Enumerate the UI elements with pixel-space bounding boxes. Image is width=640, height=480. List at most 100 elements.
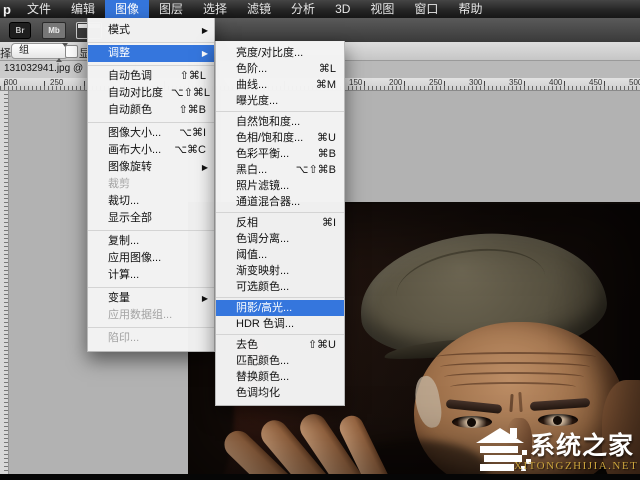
- adjustments-item-equalize[interactable]: 色调均化: [216, 385, 344, 401]
- show-transform-checkbox[interactable]: [65, 45, 78, 58]
- adjustments-item-selective-color[interactable]: 可选颜色...: [216, 279, 344, 295]
- adjustments-item-brightness-contrast[interactable]: 亮度/对比度...: [216, 45, 344, 61]
- menu-item-label: 复制...: [108, 235, 140, 247]
- menu-item-shortcut: ⌥⇧⌘B: [295, 164, 336, 176]
- menu-item-label: 显示全部: [108, 212, 152, 224]
- menu-separator: [216, 297, 344, 298]
- menu-item-shortcut: ⇧⌘L: [179, 70, 206, 82]
- menubar-item-window[interactable]: 窗口: [404, 0, 448, 18]
- menubar-item-file[interactable]: 文件: [17, 0, 61, 18]
- menubar-item-analysis[interactable]: 分析: [281, 0, 325, 18]
- menu-item-label: 裁剪: [108, 178, 130, 190]
- adjustments-item-photo-filter[interactable]: 照片滤镜...: [216, 178, 344, 194]
- adjustments-item-hdr-toning[interactable]: HDR 色调...: [216, 316, 344, 332]
- menu-item-label: 阈值...: [236, 249, 268, 261]
- menubar-items: 文件 编辑 图像 图层 选择 滤镜 分析 3D 视图 窗口 帮助: [17, 0, 493, 18]
- menu-item-label: 色调分离...: [236, 233, 290, 245]
- image-menu-item-auto-contrast[interactable]: 自动对比度 ⌥⇧⌘L: [88, 85, 214, 102]
- menubar-item-layer[interactable]: 图层: [149, 0, 193, 18]
- adjustments-item-threshold[interactable]: 阈值...: [216, 247, 344, 263]
- ruler-tick-label: 200: [389, 78, 403, 87]
- ruler-tick-label: 450: [589, 78, 603, 87]
- menu-item-label: 反相: [236, 217, 258, 229]
- menu-item-shortcut: ⌥⌘C: [174, 144, 206, 156]
- menu-item-label: 应用图像...: [108, 252, 162, 264]
- adjustments-item-exposure[interactable]: 曝光度...: [216, 93, 344, 109]
- menu-item-label: 自然饱和度...: [236, 116, 301, 128]
- image-menu-item-reveal-all[interactable]: 显示全部: [88, 210, 214, 227]
- watermark-domain: XITONGZHIJIA.NET: [514, 460, 639, 472]
- auto-select-dropdown[interactable]: 组: [11, 43, 68, 62]
- menu-separator: [88, 287, 214, 288]
- image-menu-item-image-rotation[interactable]: 图像旋转 ▶: [88, 159, 214, 176]
- menu-item-shortcut: ⇧⌘U: [307, 339, 336, 351]
- submenu-arrow-icon: ▶: [201, 163, 208, 172]
- menubar-item-help[interactable]: 帮助: [448, 0, 492, 18]
- adjustments-submenu: 亮度/对比度... 色阶... ⌘L 曲线... ⌘M 曝光度... 自然饱和度... 色相/…: [215, 41, 345, 406]
- image-menu-item-trap: 陷印...: [88, 330, 214, 347]
- menu-item-label: 图像旋转: [108, 161, 152, 173]
- menubar-item-filter[interactable]: 滤镜: [237, 0, 281, 18]
- menubar-item-3d[interactable]: 3D: [325, 0, 360, 18]
- stepper-icon: [56, 43, 68, 62]
- menu-item-label: 自动色调: [108, 70, 152, 82]
- menu-item-label: 可选颜色...: [236, 281, 290, 293]
- vertical-ruler: [0, 90, 9, 474]
- menubar-item-select[interactable]: 选择: [193, 0, 237, 18]
- menu-item-label: 调整: [108, 47, 130, 59]
- image-menu-item-image-size[interactable]: 图像大小... ⌥⌘I: [88, 125, 214, 142]
- menu-separator: [88, 327, 214, 328]
- menu-item-label: 变量: [108, 292, 130, 304]
- menu-item-label: 应用数据组...: [108, 309, 173, 321]
- menu-item-label: 去色: [236, 339, 258, 351]
- ruler-tick-label: 350: [509, 78, 523, 87]
- menubar-item-image[interactable]: 图像: [104, 0, 149, 18]
- bottom-black-strip: [0, 474, 640, 480]
- adjustments-item-color-balance[interactable]: 色彩平衡... ⌘B: [216, 146, 344, 162]
- menu-item-label: 渐变映射...: [236, 265, 290, 277]
- ruler-tick-label: 150: [349, 78, 363, 87]
- menubar-item-view[interactable]: 视图: [360, 0, 404, 18]
- image-menu-item-variables[interactable]: 变量 ▶: [88, 290, 214, 307]
- menu-item-shortcut: ⌘U: [317, 132, 336, 144]
- adjustments-item-shadows-highlights[interactable]: 阴影/高光...: [216, 300, 344, 316]
- image-menu-item-adjustments[interactable]: 调整 ▶: [88, 45, 214, 62]
- image-menu-item-canvas-size[interactable]: 画布大小... ⌥⌘C: [88, 142, 214, 159]
- mini-bridge-button[interactable]: Mb: [42, 22, 66, 39]
- adjustments-item-invert[interactable]: 反相 ⌘I: [216, 215, 344, 231]
- menubar-item-edit[interactable]: 编辑: [61, 0, 105, 18]
- menu-item-label: 亮度/对比度...: [236, 47, 304, 59]
- adjustments-item-levels[interactable]: 色阶... ⌘L: [216, 61, 344, 77]
- menu-item-shortcut: ⌥⌘I: [179, 127, 206, 139]
- image-menu-item-auto-tone[interactable]: 自动色调 ⇧⌘L: [88, 68, 214, 85]
- submenu-arrow-icon: ▶: [201, 49, 208, 58]
- adjustments-item-replace-color[interactable]: 替换颜色...: [216, 369, 344, 385]
- menu-separator: [88, 42, 214, 43]
- menu-item-label: 陷印...: [108, 332, 140, 344]
- image-menu-item-mode[interactable]: 模式 ▶: [88, 22, 214, 39]
- bridge-button[interactable]: Br: [9, 22, 31, 39]
- submenu-arrow-icon: ▶: [201, 26, 208, 35]
- menu-item-label: 色彩平衡...: [236, 148, 290, 160]
- adjustments-item-match-color[interactable]: 匹配颜色...: [216, 353, 344, 369]
- adjustments-item-vibrance[interactable]: 自然饱和度...: [216, 114, 344, 130]
- image-menu-item-trim[interactable]: 裁切...: [88, 193, 214, 210]
- adjustments-item-gradient-map[interactable]: 渐变映射...: [216, 263, 344, 279]
- adjustments-item-channel-mixer[interactable]: 通道混合器...: [216, 194, 344, 210]
- watermark: 系统之家 XITONGZHIJIA.NET: [474, 426, 637, 478]
- adjustments-item-posterize[interactable]: 色调分离...: [216, 231, 344, 247]
- menu-item-label: 计算...: [108, 269, 140, 281]
- adjustments-item-hue-saturation[interactable]: 色相/饱和度... ⌘U: [216, 130, 344, 146]
- image-menu-item-calculations[interactable]: 计算...: [88, 267, 214, 284]
- adjustments-item-desaturate[interactable]: 去色 ⇧⌘U: [216, 337, 344, 353]
- menu-item-label: 替换颜色...: [236, 371, 290, 383]
- menu-separator: [88, 65, 214, 66]
- adjustments-item-black-white[interactable]: 黑白... ⌥⇧⌘B: [216, 162, 344, 178]
- menu-item-label: 色阶...: [236, 63, 268, 75]
- menu-item-label: 色调均化: [236, 387, 280, 399]
- adjustments-item-curves[interactable]: 曲线... ⌘M: [216, 77, 344, 93]
- image-menu-item-apply-image[interactable]: 应用图像...: [88, 250, 214, 267]
- image-menu-item-auto-color[interactable]: 自动颜色 ⇧⌘B: [88, 102, 214, 119]
- menu-item-label: 图像大小...: [108, 127, 162, 139]
- image-menu-item-duplicate[interactable]: 复制...: [88, 233, 214, 250]
